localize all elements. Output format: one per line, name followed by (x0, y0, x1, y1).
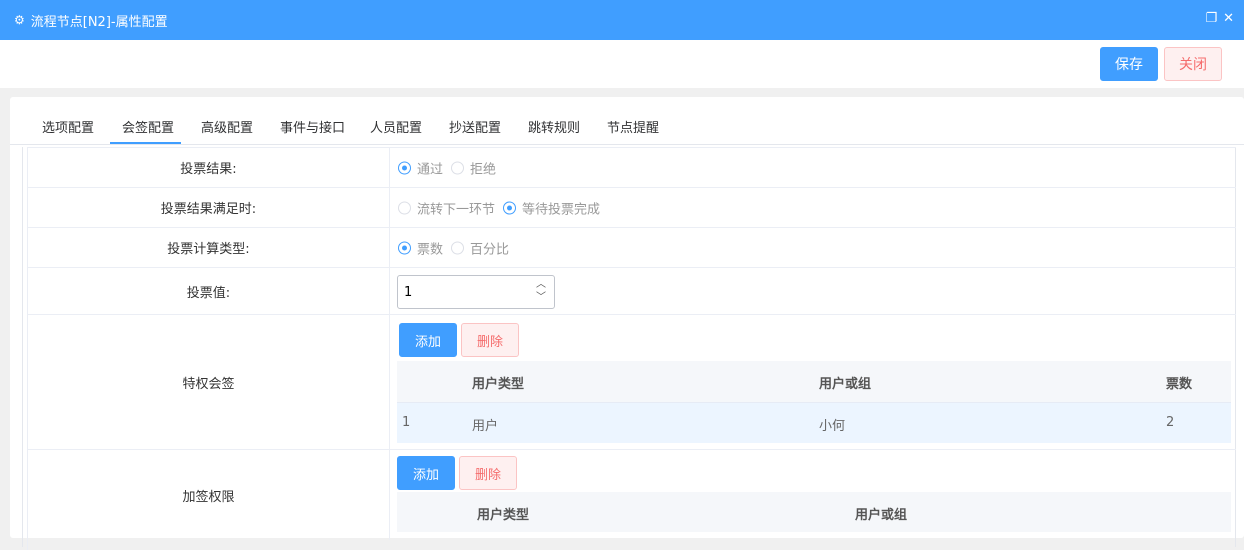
vote-satisfied-wait-radio[interactable]: 等待投票完成 (503, 198, 600, 217)
tab-personnel[interactable]: 人员配置 (370, 117, 422, 136)
vote-calc-percent-radio[interactable]: 百分比 (451, 238, 509, 257)
add-sign-delete-button[interactable]: 删除 (459, 456, 517, 490)
vote-value-stepper[interactable]: 1 ︿ ﹀ (397, 275, 555, 309)
save-button[interactable]: 保存 (1100, 47, 1158, 81)
privileged-table: 用户类型 用户或组 票数 1 用户 小何 2 (397, 361, 1231, 443)
vote-calc-label: 投票计算类型: (28, 228, 390, 267)
column-header: 用户或组 (855, 508, 908, 523)
increment-chevron-icon[interactable]: ︿ (536, 278, 546, 291)
active-tab-indicator (110, 142, 181, 144)
add-sign-label: 加签权限 (28, 450, 390, 540)
votes-cell: 2 (1166, 415, 1175, 430)
table-row[interactable]: 1 用户 小何 2 (397, 402, 1231, 443)
column-header: 票数 (1166, 377, 1193, 392)
vote-calc-count-radio[interactable]: 票数 (398, 238, 443, 257)
window-title: 流程节点[N2]-属性配置 (30, 14, 168, 30)
add-sign-row: 加签权限 添加 删除 用户类型 用户或组 (27, 450, 1236, 550)
config-card: 选项配置 会签配置 高级配置 事件与接口 人员配置 抄送配置 跳转规则 节点提醒… (10, 97, 1244, 550)
vote-satisfied-row: 投票结果满足时: 流转下一环节 等待投票完成 (27, 188, 1236, 228)
vote-result-reject-radio[interactable]: 拒绝 (451, 158, 496, 177)
tab-bar: 选项配置 会签配置 高级配置 事件与接口 人员配置 抄送配置 跳转规则 节点提醒 (10, 97, 1244, 145)
maximize-icon[interactable]: ❐ (1205, 11, 1217, 26)
close-icon[interactable]: ✕ (1223, 11, 1234, 26)
add-sign-table: 用户类型 用户或组 (397, 492, 1231, 532)
column-header: 用户类型 (472, 377, 525, 392)
toolbar: 保存 关闭 (0, 40, 1244, 88)
privileged-label: 特权会签 (28, 315, 390, 449)
column-header: 用户类型 (477, 508, 530, 523)
close-button[interactable]: 关闭 (1164, 47, 1222, 81)
tab-options[interactable]: 选项配置 (42, 117, 94, 136)
countersign-form: 投票结果: 通过 拒绝 投票结果满足时: 流转下一环节 等待投票完成 投票计算类… (22, 147, 1236, 550)
tab-advanced[interactable]: 高级配置 (201, 117, 253, 136)
decrement-chevron-icon[interactable]: ﹀ (536, 291, 546, 304)
add-sign-add-button[interactable]: 添加 (397, 456, 455, 490)
vote-result-pass-radio[interactable]: 通过 (398, 158, 443, 177)
tab-countersign[interactable]: 会签配置 (122, 117, 174, 136)
user-type-cell: 用户 (472, 419, 499, 434)
window-titlebar: ⚙ 流程节点[N2]-属性配置 ❐ ✕ (0, 0, 1244, 40)
row-index: 1 (402, 415, 411, 430)
tab-jump-rules[interactable]: 跳转规则 (528, 117, 580, 136)
column-header: 用户或组 (819, 377, 872, 392)
vote-value-row: 投票值: 1 ︿ ﹀ (27, 268, 1236, 315)
tab-cc[interactable]: 抄送配置 (449, 117, 501, 136)
settings-icon: ⚙ (14, 13, 25, 27)
vote-value-label: 投票值: (28, 268, 390, 314)
vote-satisfied-next-radio[interactable]: 流转下一环节 (398, 198, 495, 217)
privileged-delete-button[interactable]: 删除 (461, 323, 519, 357)
privileged-add-button[interactable]: 添加 (399, 323, 457, 357)
vote-result-label: 投票结果: (28, 148, 390, 187)
privileged-row: 特权会签 添加 删除 用户类型 用户或组 票数 1 用户 小何 2 (27, 315, 1236, 450)
tab-events[interactable]: 事件与接口 (280, 117, 345, 136)
vote-satisfied-label: 投票结果满足时: (28, 188, 390, 227)
vote-calc-row: 投票计算类型: 票数 百分比 (27, 228, 1236, 268)
user-or-group-cell: 小何 (819, 419, 846, 434)
tab-reminders[interactable]: 节点提醒 (607, 117, 659, 136)
vote-result-row: 投票结果: 通过 拒绝 (27, 147, 1236, 188)
